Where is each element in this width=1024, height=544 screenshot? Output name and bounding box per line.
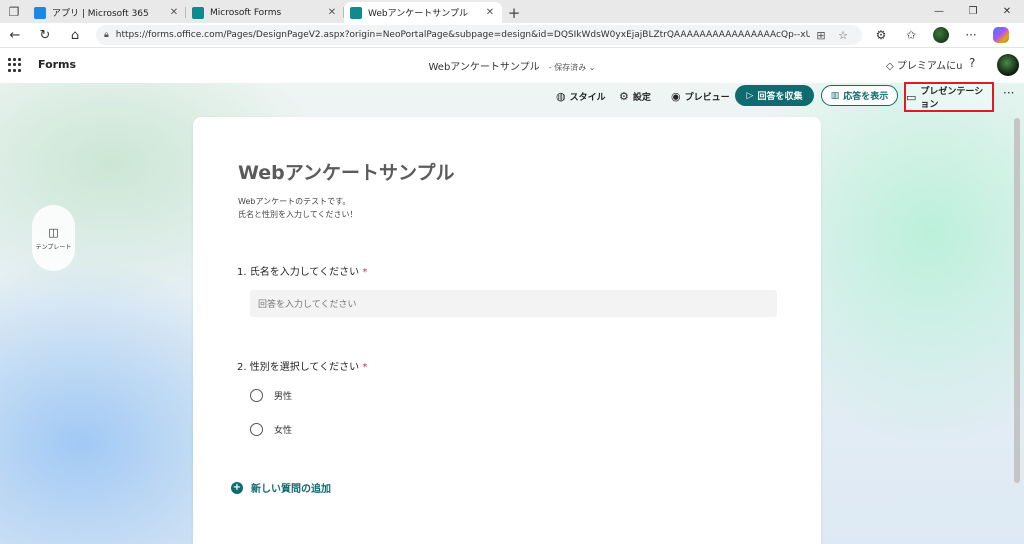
question-2-title[interactable]: 2. 性別を選択してください *: [237, 358, 367, 373]
collect-responses-button[interactable]: ▷ 回答を収集: [735, 85, 814, 106]
browser-tab-strip: ❐ アプリ | Microsoft 365 ✕ Microsoft Forms …: [0, 0, 1024, 23]
forms-icon: [192, 6, 204, 19]
window-controls: — ❐ ✕: [922, 0, 1024, 23]
more-options-icon[interactable]: ···: [1003, 86, 1014, 100]
radio-button[interactable]: [250, 389, 263, 402]
back-arrow-icon[interactable]: ←: [0, 23, 30, 47]
tab-actions-icon[interactable]: ❐: [0, 0, 28, 23]
forms-header: Forms Webアンケートサンプル - 保存済み ⌄ ◇ プレミアムにu ?: [0, 47, 1024, 83]
preview-button[interactable]: ◉ プレビュー: [671, 85, 730, 107]
document-title-text: Webアンケートサンプル: [428, 62, 540, 73]
home-icon[interactable]: ⌂: [60, 23, 90, 47]
page-scrollbar[interactable]: [1014, 118, 1020, 483]
extensions-icon[interactable]: ⚙: [866, 23, 896, 47]
template-icon: ◫: [48, 225, 59, 239]
refresh-icon[interactable]: ↻: [30, 23, 60, 47]
premium-button[interactable]: ◇ プレミアムにu: [886, 57, 963, 72]
new-tab-icon[interactable]: +: [502, 2, 526, 23]
send-icon: ▷: [746, 90, 754, 101]
answer-input[interactable]: 回答を入力してください: [250, 290, 777, 317]
tab-label: Microsoft Forms: [210, 7, 282, 18]
more-options-icon[interactable]: ···: [956, 23, 986, 47]
url-text: https://forms.office.com/Pages/DesignPag…: [115, 30, 810, 40]
tab-microsoft-forms[interactable]: Microsoft Forms ✕: [186, 2, 344, 23]
question-1-title[interactable]: 1. 氏名を入力してください *: [237, 263, 367, 278]
gear-icon: ⚙: [619, 89, 629, 103]
favorites-icon[interactable]: ✩: [896, 23, 926, 47]
monitor-icon: ▭: [906, 90, 917, 104]
add-question-button[interactable]: + 新しい質問の追加: [231, 480, 331, 495]
form-description[interactable]: Webアンケートのテストです。 氏名と性別を入力してください！: [238, 195, 358, 221]
template-button[interactable]: ◫ テンプレート: [32, 205, 75, 271]
microsoft-365-icon: [34, 6, 46, 19]
browser-toolbar-right: ⚙ ✩ ···: [866, 23, 1016, 47]
required-mark: *: [362, 362, 368, 373]
save-status: - 保存済み ⌄: [548, 63, 596, 72]
tab-label: アプリ | Microsoft 365: [52, 9, 149, 19]
star-icon[interactable]: ☆: [832, 29, 854, 42]
form-card: Webアンケートサンプル Webアンケートのテストです。 氏名と性別を入力してく…: [193, 117, 821, 544]
bar-chart-icon: ▥: [830, 90, 840, 101]
restore-icon[interactable]: ❐: [956, 0, 990, 23]
profile-icon[interactable]: [926, 23, 956, 47]
close-window-icon[interactable]: ✕: [990, 0, 1024, 23]
address-bar-row: ← ↻ ⌂ 🔒︎ https://forms.office.com/Pages/…: [0, 23, 1024, 47]
style-button[interactable]: ◍ スタイル: [556, 85, 606, 107]
option-female[interactable]: 女性: [250, 423, 292, 436]
document-title[interactable]: Webアンケートサンプル - 保存済み ⌄: [0, 58, 1024, 73]
option-male[interactable]: 男性: [250, 389, 292, 402]
avatar[interactable]: [997, 54, 1019, 76]
copilot-icon[interactable]: [986, 23, 1016, 47]
close-icon[interactable]: ✕: [326, 7, 338, 18]
view-responses-button[interactable]: ▥ 応答を表示: [821, 85, 898, 106]
url-field[interactable]: 🔒︎ https://forms.office.com/Pages/Design…: [96, 25, 862, 45]
grid-icon[interactable]: ⊞: [810, 29, 832, 42]
help-icon[interactable]: ?: [969, 56, 975, 70]
forms-icon: [350, 6, 362, 19]
settings-button[interactable]: ⚙ 設定: [619, 85, 651, 107]
diamond-icon: ◇: [886, 61, 897, 72]
lock-icon[interactable]: 🔒︎: [104, 30, 109, 40]
tab-web-survey[interactable]: Webアンケートサンプル ✕: [344, 2, 502, 23]
form-title[interactable]: Webアンケートサンプル: [238, 158, 454, 185]
close-icon[interactable]: ✕: [168, 7, 180, 18]
presentation-button[interactable]: ▭ プレゼンテーション: [904, 82, 994, 112]
radio-button[interactable]: [250, 423, 263, 436]
close-icon[interactable]: ✕: [484, 7, 496, 18]
tab-label: Webアンケートサンプル: [368, 9, 468, 19]
plus-icon: +: [231, 481, 243, 494]
eye-icon: ◉: [671, 89, 681, 103]
required-mark: *: [362, 267, 368, 278]
palette-icon: ◍: [556, 89, 566, 103]
tab-microsoft-365[interactable]: アプリ | Microsoft 365 ✕: [28, 2, 186, 23]
minimize-icon[interactable]: —: [922, 0, 956, 23]
